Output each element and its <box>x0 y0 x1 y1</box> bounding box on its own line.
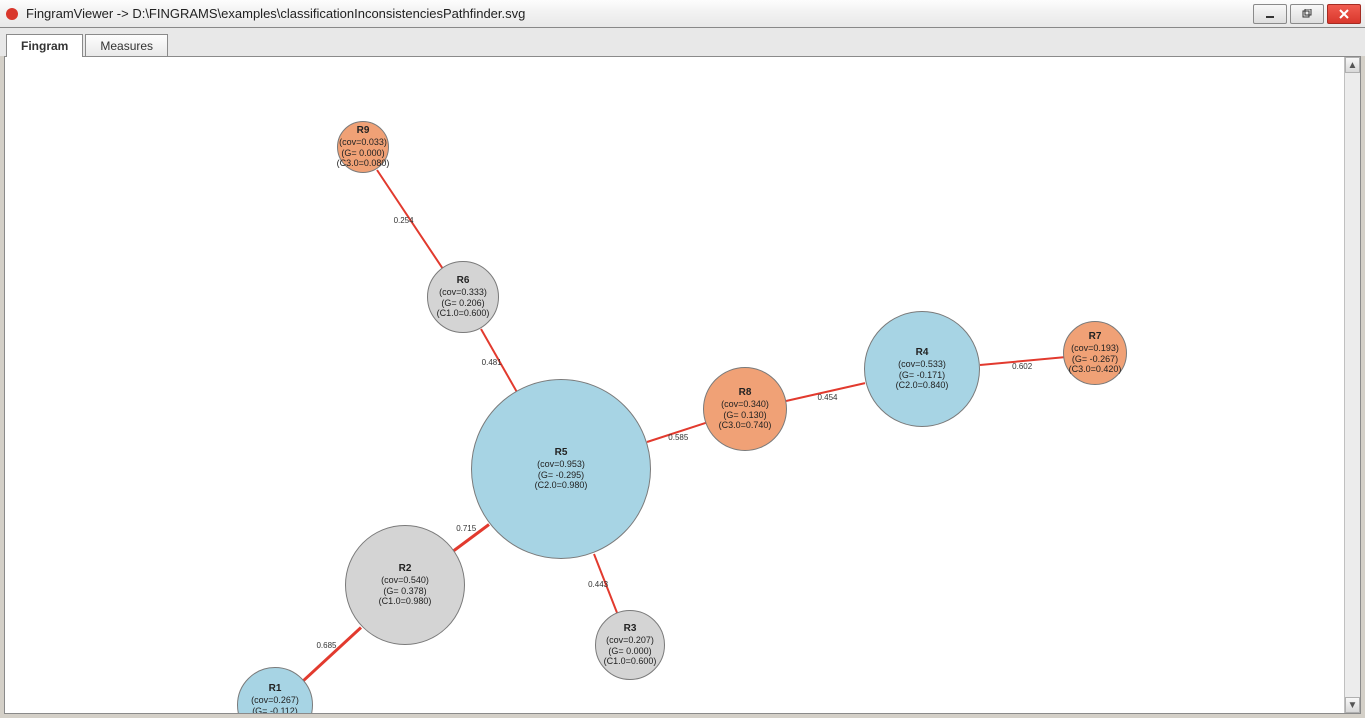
window-title: FingramViewer -> D:\FINGRAMS\examples\cl… <box>26 6 1253 21</box>
node-title: R9 <box>357 125 370 137</box>
node-title: R2 <box>399 563 412 575</box>
edge-label-R9-R6: 0.254 <box>394 216 414 225</box>
node-R1[interactable]: R1(cov=0.267)(G= -0.112)(C2.0=0.500) <box>237 667 313 713</box>
node-title: R5 <box>555 447 568 459</box>
node-c: (C3.0=0.740) <box>719 420 772 431</box>
node-R5[interactable]: R5(cov=0.953)(G= -0.295)(C2.0=0.980) <box>471 379 651 559</box>
node-g: (G= -0.171) <box>899 370 945 381</box>
edge-R2-R1 <box>302 626 362 682</box>
node-title: R6 <box>457 275 470 287</box>
node-cov: (cov=0.267) <box>251 695 299 706</box>
node-g: (G= -0.267) <box>1072 354 1118 365</box>
maximize-button[interactable] <box>1290 4 1324 24</box>
edge-label-R4-R7: 0.602 <box>1012 362 1032 371</box>
node-cov: (cov=0.333) <box>439 287 487 298</box>
node-cov: (cov=0.540) <box>381 575 429 586</box>
node-g: (G= 0.206) <box>441 298 484 309</box>
node-title: R8 <box>739 387 752 399</box>
node-g: (G= 0.130) <box>723 410 766 421</box>
edge-label-R8-R4: 0.454 <box>817 393 837 402</box>
close-button[interactable] <box>1327 4 1361 24</box>
edge-label-R5-R3: 0.443 <box>588 580 608 589</box>
minimize-button[interactable] <box>1253 4 1287 24</box>
node-R8[interactable]: R8(cov=0.340)(G= 0.130)(C3.0=0.740) <box>703 367 787 451</box>
node-c: (C1.0=0.980) <box>379 596 432 607</box>
node-title: R4 <box>916 347 929 359</box>
edge-label-R6-R5: 0.481 <box>482 358 502 367</box>
node-title: R1 <box>269 683 282 695</box>
node-cov: (cov=0.033) <box>339 137 387 148</box>
node-c: (C1.0=0.600) <box>604 656 657 667</box>
scroll-up-arrow-icon[interactable]: ▲ <box>1345 57 1360 73</box>
graph-canvas[interactable]: 0.254 0.481 0.715 0.685 0.443 0.585 0.454 0.602… <box>5 57 1344 713</box>
node-R3[interactable]: R3(cov=0.207)(G= 0.000)(C1.0=0.600) <box>595 610 665 680</box>
node-title: R7 <box>1089 331 1102 343</box>
node-g: (G= 0.000) <box>608 646 651 657</box>
node-R9[interactable]: R9(cov=0.033)(G= 0.000)(C3.0=0.080) <box>337 121 389 173</box>
node-g: (G= -0.295) <box>538 470 584 481</box>
node-c: (C3.0=0.420) <box>1069 364 1122 375</box>
node-R2[interactable]: R2(cov=0.540)(G= 0.378)(C1.0=0.980) <box>345 525 465 645</box>
tabbar: Fingram Measures <box>0 28 1365 56</box>
edge-label-R5-R8: 0.585 <box>668 433 688 442</box>
window-controls <box>1253 4 1361 24</box>
content-frame: 0.254 0.481 0.715 0.685 0.443 0.585 0.454 0.602… <box>4 56 1361 714</box>
node-c: (C1.0=0.600) <box>437 308 490 319</box>
node-cov: (cov=0.340) <box>721 399 769 410</box>
scroll-track[interactable] <box>1345 73 1360 697</box>
edge-label-R5-R2: 0.715 <box>456 524 476 533</box>
node-g: (G= 0.378) <box>383 586 426 597</box>
node-g: (G= -0.112) <box>252 706 298 713</box>
edge-label-R2-R1: 0.685 <box>316 641 336 650</box>
app-icon <box>4 6 20 22</box>
node-R6[interactable]: R6(cov=0.333)(G= 0.206)(C1.0=0.600) <box>427 261 499 333</box>
node-cov: (cov=0.207) <box>606 635 654 646</box>
titlebar: FingramViewer -> D:\FINGRAMS\examples\cl… <box>0 0 1365 28</box>
node-cov: (cov=0.953) <box>537 459 585 470</box>
node-c: (C2.0=0.980) <box>535 480 588 491</box>
scroll-down-arrow-icon[interactable]: ▼ <box>1345 697 1360 713</box>
vertical-scrollbar[interactable]: ▲ ▼ <box>1344 57 1360 713</box>
node-R4[interactable]: R4(cov=0.533)(G= -0.171)(C2.0=0.840) <box>864 311 980 427</box>
tab-fingram[interactable]: Fingram <box>6 34 83 57</box>
node-R7[interactable]: R7(cov=0.193)(G= -0.267)(C3.0=0.420) <box>1063 321 1127 385</box>
tab-measures[interactable]: Measures <box>85 34 168 57</box>
node-cov: (cov=0.533) <box>898 359 946 370</box>
node-cov: (cov=0.193) <box>1071 343 1119 354</box>
node-c: (C3.0=0.080) <box>337 158 390 169</box>
node-g: (G= 0.000) <box>341 148 384 159</box>
node-c: (C2.0=0.840) <box>896 380 949 391</box>
node-title: R3 <box>624 623 637 635</box>
